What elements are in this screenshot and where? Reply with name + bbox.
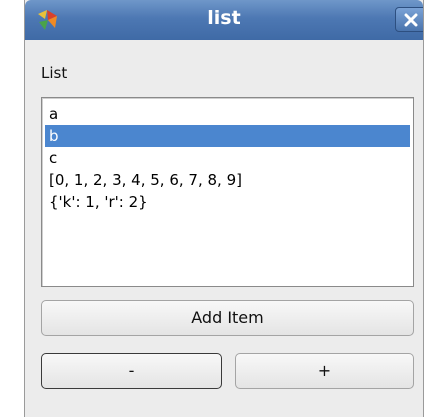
close-button[interactable] <box>395 7 423 32</box>
list-item[interactable]: [0, 1, 2, 3, 4, 5, 6, 7, 8, 9] <box>45 169 410 191</box>
list-box[interactable]: a b c [0, 1, 2, 3, 4, 5, 6, 7, 8, 9] {'k… <box>41 97 414 287</box>
list-item-selected[interactable]: b <box>45 125 410 147</box>
list-item[interactable]: {'k': 1, 'r': 2} <box>45 191 410 213</box>
remove-item-button[interactable]: - <box>41 353 222 389</box>
window-title: list <box>207 7 241 29</box>
list-window: list List a b c [0, 1, 2, 3, 4, 5, 6, 7,… <box>24 0 424 417</box>
add-item-button[interactable]: Add Item <box>41 300 414 336</box>
add-button[interactable]: + <box>235 353 414 389</box>
title-bar[interactable]: list <box>25 0 423 40</box>
list-item[interactable]: c <box>45 147 410 169</box>
list-label: List <box>41 64 68 82</box>
list-item[interactable]: a <box>45 103 410 125</box>
close-icon <box>404 13 418 27</box>
